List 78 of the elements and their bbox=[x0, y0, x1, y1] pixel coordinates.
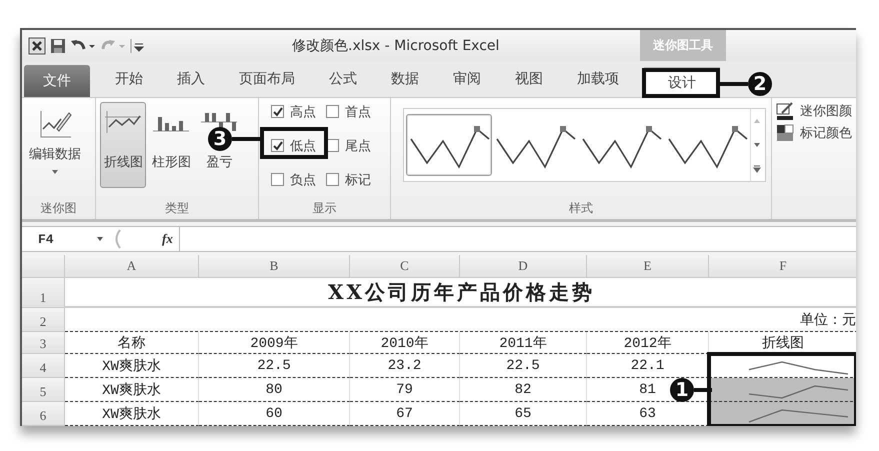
sparkline-type-button[interactable]: 柱形图 bbox=[148, 102, 194, 188]
table-cell: XW爽肤水 bbox=[65, 354, 199, 378]
checkbox[interactable] bbox=[326, 105, 340, 118]
marker-color-icon bbox=[776, 124, 794, 142]
save-icon[interactable] bbox=[50, 38, 66, 54]
name-box[interactable]: F4 bbox=[22, 232, 96, 247]
table-cell: 2010年 bbox=[350, 332, 460, 354]
more-styles-icon[interactable] bbox=[752, 164, 762, 173]
group-label: 迷你图 bbox=[40, 200, 78, 217]
caret-icon bbox=[51, 168, 59, 175]
row-header[interactable]: 3 bbox=[22, 332, 65, 354]
table-cell: 60 bbox=[199, 402, 350, 426]
column-header[interactable]: F bbox=[709, 255, 856, 278]
row-header[interactable]: 1 bbox=[22, 278, 65, 308]
group-label: 样式 bbox=[568, 200, 594, 217]
table-cell: 22.5 bbox=[199, 354, 350, 378]
highlight-frame bbox=[260, 127, 328, 159]
table-cell: 22.1 bbox=[587, 354, 709, 378]
ribbon-tab[interactable]: 插入 bbox=[160, 61, 222, 97]
ribbon-tab[interactable]: 页面布局 bbox=[222, 61, 312, 97]
checkbox-option[interactable]: 低点 bbox=[271, 138, 316, 154]
group-label: 显示 bbox=[312, 200, 338, 217]
table-cell: 80 bbox=[199, 378, 350, 402]
table-cell: XW爽肤水 bbox=[65, 378, 199, 402]
checkbox-option[interactable]: 标记 bbox=[326, 172, 372, 188]
color-button[interactable]: 迷你图颜 bbox=[776, 102, 852, 120]
table-cell: 67 bbox=[350, 402, 460, 426]
sheet-title: XX公司历年产品价格走势 bbox=[65, 278, 856, 308]
caret-icon[interactable] bbox=[96, 236, 104, 242]
group-label: 类型 bbox=[164, 200, 190, 217]
column-header[interactable]: E bbox=[587, 255, 709, 278]
checkbox[interactable] bbox=[326, 173, 340, 186]
column-header[interactable]: D bbox=[460, 255, 587, 278]
table-cell: 65 bbox=[460, 402, 587, 426]
color-button[interactable]: 标记颜色 bbox=[776, 124, 852, 142]
ribbon-tab[interactable]: 审阅 bbox=[436, 61, 498, 97]
table-cell: 名称 bbox=[65, 332, 199, 354]
edit-data-button[interactable]: 编辑数据 bbox=[26, 102, 84, 198]
customize-toolbar-icon[interactable] bbox=[130, 38, 144, 54]
checkbox-option[interactable]: 高点 bbox=[271, 104, 316, 120]
table-cell: 63 bbox=[587, 402, 709, 426]
excel-logo-icon bbox=[28, 36, 46, 55]
ribbon-tab[interactable]: 开始 bbox=[98, 61, 160, 97]
ribbon-tab[interactable]: 视图 bbox=[498, 61, 560, 97]
checkbox[interactable] bbox=[271, 173, 284, 186]
checkbox-option[interactable]: 负点 bbox=[271, 172, 316, 188]
table-cell: 2009年 bbox=[199, 332, 350, 354]
column-header[interactable]: C bbox=[350, 255, 460, 278]
table-cell: 折线图 bbox=[709, 332, 856, 354]
insert-function-button[interactable]: fx bbox=[162, 231, 173, 248]
table-cell: 82 bbox=[460, 378, 587, 402]
table-cell: 2012年 bbox=[587, 332, 709, 354]
checkbox-option[interactable]: 尾点 bbox=[326, 138, 372, 154]
sparkline-type-button[interactable]: 折线图 bbox=[100, 102, 146, 188]
line-chart-icon bbox=[103, 108, 144, 135]
checkbox[interactable] bbox=[271, 139, 284, 152]
ribbon-tab[interactable]: 文件 bbox=[24, 65, 90, 97]
unit-note: 单位：元 bbox=[65, 308, 856, 332]
row-header[interactable]: 2 bbox=[22, 308, 65, 332]
window-title: 修改颜色.xlsx - Microsoft Excel bbox=[292, 37, 500, 55]
table-cell: XW爽肤水 bbox=[65, 402, 199, 426]
row-header[interactable]: 4 bbox=[22, 354, 65, 378]
checkbox-option[interactable]: 首点 bbox=[326, 104, 372, 120]
checkbox[interactable] bbox=[271, 105, 284, 118]
table-cell: 23.2 bbox=[350, 354, 460, 378]
table-cell: 22.5 bbox=[460, 354, 587, 378]
contextual-tab-title: 迷你图工具 bbox=[640, 30, 726, 62]
table-cell: 79 bbox=[350, 378, 460, 402]
table-cell: 2011年 bbox=[460, 332, 587, 354]
row-header[interactable]: 6 bbox=[22, 402, 65, 426]
column-header[interactable]: A bbox=[65, 255, 199, 278]
scroll-down-icon[interactable] bbox=[752, 140, 762, 149]
ribbon-tab[interactable]: 加载项 bbox=[560, 61, 636, 97]
ribbon-tab[interactable]: 数据 bbox=[374, 61, 436, 97]
ribbon-tab[interactable]: 公式 bbox=[312, 61, 374, 97]
row-header[interactable]: 5 bbox=[22, 378, 65, 402]
column-header[interactable]: B bbox=[199, 255, 350, 278]
pencil-color-icon bbox=[776, 102, 794, 120]
